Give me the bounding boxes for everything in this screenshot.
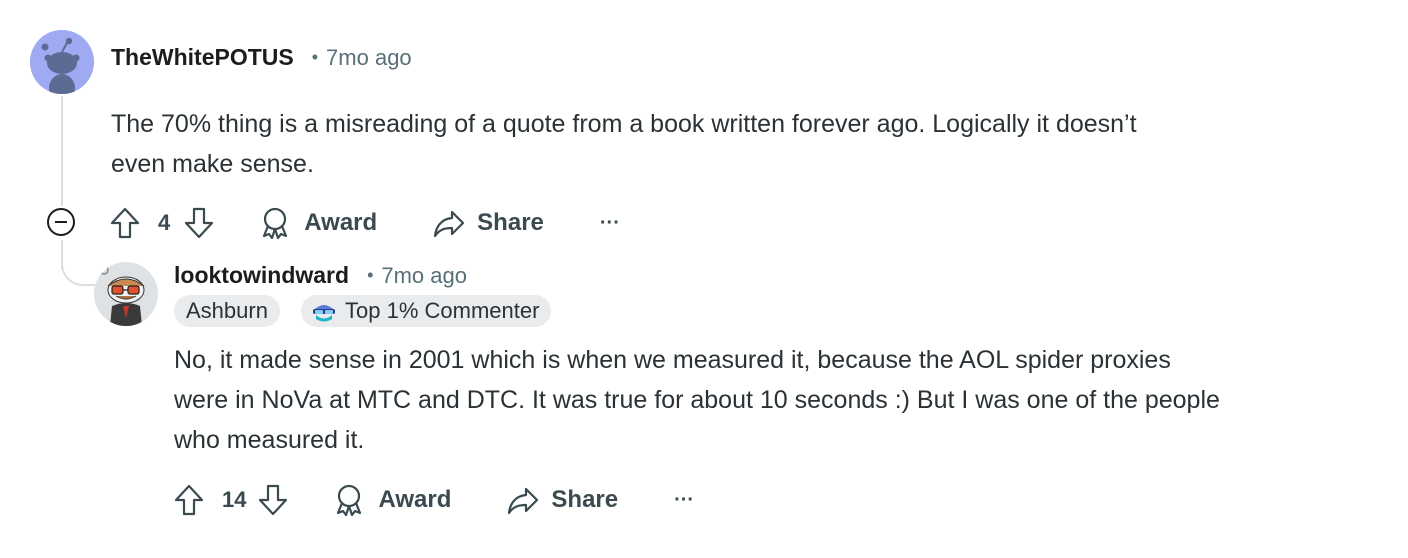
snoo-avatar-icon — [94, 262, 158, 326]
comment-body: No, it made sense in 2001 which is when … — [174, 340, 1394, 460]
vote-count: 14 — [222, 487, 247, 512]
share-button[interactable]: Share — [507, 485, 618, 515]
comment-body-line: No, it made sense in 2001 which is when … — [174, 346, 1171, 374]
thread-line — [61, 96, 63, 206]
comment-body-line: even make sense. — [111, 150, 314, 178]
downvote-button[interactable] — [184, 207, 214, 239]
share-arrow-icon — [434, 210, 465, 238]
comment-timestamp[interactable]: 7mo ago — [381, 263, 467, 289]
comment-author[interactable]: TheWhitePOTUS — [111, 44, 294, 71]
comment-body-line: The 70% thing is a misreading of a quote… — [111, 110, 1137, 138]
vote-count: 4 — [158, 210, 171, 235]
comment-body-line: who measured it. — [174, 426, 365, 454]
downvote-arrow-icon — [185, 207, 214, 239]
top-commenter-icon — [313, 305, 335, 322]
award-ribbon-icon — [337, 484, 362, 516]
upvote-arrow-icon — [110, 207, 140, 239]
avatar[interactable] — [30, 30, 94, 94]
snoo-avatar-icon — [30, 30, 94, 94]
share-arrow-icon — [508, 487, 539, 515]
share-button[interactable]: Share — [433, 208, 544, 238]
comment-body-line: were in NoVa at MTC and DTC. It was true… — [174, 386, 1220, 414]
comment-actions: 14 Award Share ··· — [174, 478, 694, 522]
flair-label: Top 1% Commenter — [345, 298, 540, 323]
comment-author[interactable]: looktowindward — [174, 262, 349, 289]
award-ribbon-icon — [263, 207, 288, 239]
comment-actions: 4 Award Share ··· — [110, 201, 620, 245]
upvote-button[interactable] — [174, 484, 204, 516]
upvote-arrow-icon — [174, 484, 204, 516]
avatar[interactable] — [94, 262, 158, 326]
award-button[interactable]: Award — [334, 484, 451, 516]
award-label: Award — [378, 486, 452, 513]
user-flair-location: Ashburn — [174, 295, 280, 327]
more-dots-icon[interactable]: ··· — [674, 489, 694, 512]
share-label: Share — [551, 486, 619, 513]
comment-timestamp[interactable]: 7mo ago — [326, 45, 412, 71]
meta-separator: • — [367, 265, 374, 285]
reply-connector — [61, 250, 95, 286]
downvote-arrow-icon — [259, 484, 288, 516]
top-commenter-badge[interactable]: Top 1% Commenter — [301, 295, 552, 327]
upvote-button[interactable] — [110, 207, 140, 239]
award-button[interactable]: Award — [260, 207, 377, 239]
comment-body: The 70% thing is a misreading of a quote… — [111, 104, 1381, 184]
meta-separator: • — [311, 47, 319, 67]
share-label: Share — [477, 209, 544, 236]
downvote-button[interactable] — [258, 484, 288, 516]
collapse-minus-icon[interactable] — [47, 208, 75, 236]
award-label: Award — [304, 209, 378, 236]
more-dots-icon[interactable]: ··· — [600, 212, 620, 235]
flair-label: Ashburn — [186, 298, 268, 323]
